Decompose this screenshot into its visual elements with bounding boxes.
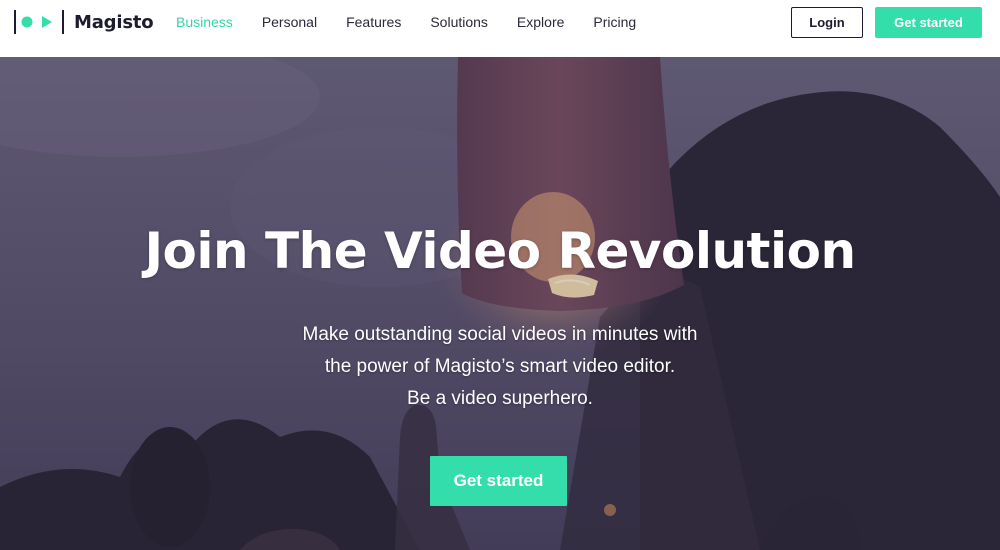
hero-section: Join The Video Revolution Make outstandi… [0, 57, 1000, 550]
hero-subtitle-line: Make outstanding social videos in minute… [302, 324, 698, 345]
separator-icon [14, 10, 16, 34]
nav-item-business[interactable]: Business [176, 14, 233, 30]
record-dot-icon [21, 16, 33, 28]
nav-item-features[interactable]: Features [346, 14, 401, 30]
hero-subtitle-line: the power of Magisto’s smart video edito… [324, 356, 676, 377]
site-header: Magisto Business Personal Features Solut… [0, 0, 1000, 57]
login-button[interactable]: Login [791, 7, 863, 38]
hero-subtitle: Make outstanding social videos in minute… [200, 319, 800, 415]
header-get-started-button[interactable]: Get started [875, 7, 982, 38]
nav-item-personal[interactable]: Personal [262, 14, 317, 30]
hero-get-started-button[interactable]: Get started [430, 456, 567, 506]
logo-mark [14, 9, 66, 35]
hero-title: Join The Video Revolution [144, 222, 856, 280]
play-icon [42, 16, 52, 28]
logo-wordmark: Magisto [74, 11, 154, 33]
separator-icon [62, 10, 64, 34]
nav-item-explore[interactable]: Explore [517, 14, 564, 30]
nav-item-pricing[interactable]: Pricing [593, 14, 636, 30]
hero-subtitle-line: Be a video superhero. [407, 388, 593, 409]
magisto-logo[interactable]: Magisto [14, 9, 154, 35]
nav-item-solutions[interactable]: Solutions [430, 14, 488, 30]
main-nav: Business Personal Features Solutions Exp… [176, 0, 665, 44]
